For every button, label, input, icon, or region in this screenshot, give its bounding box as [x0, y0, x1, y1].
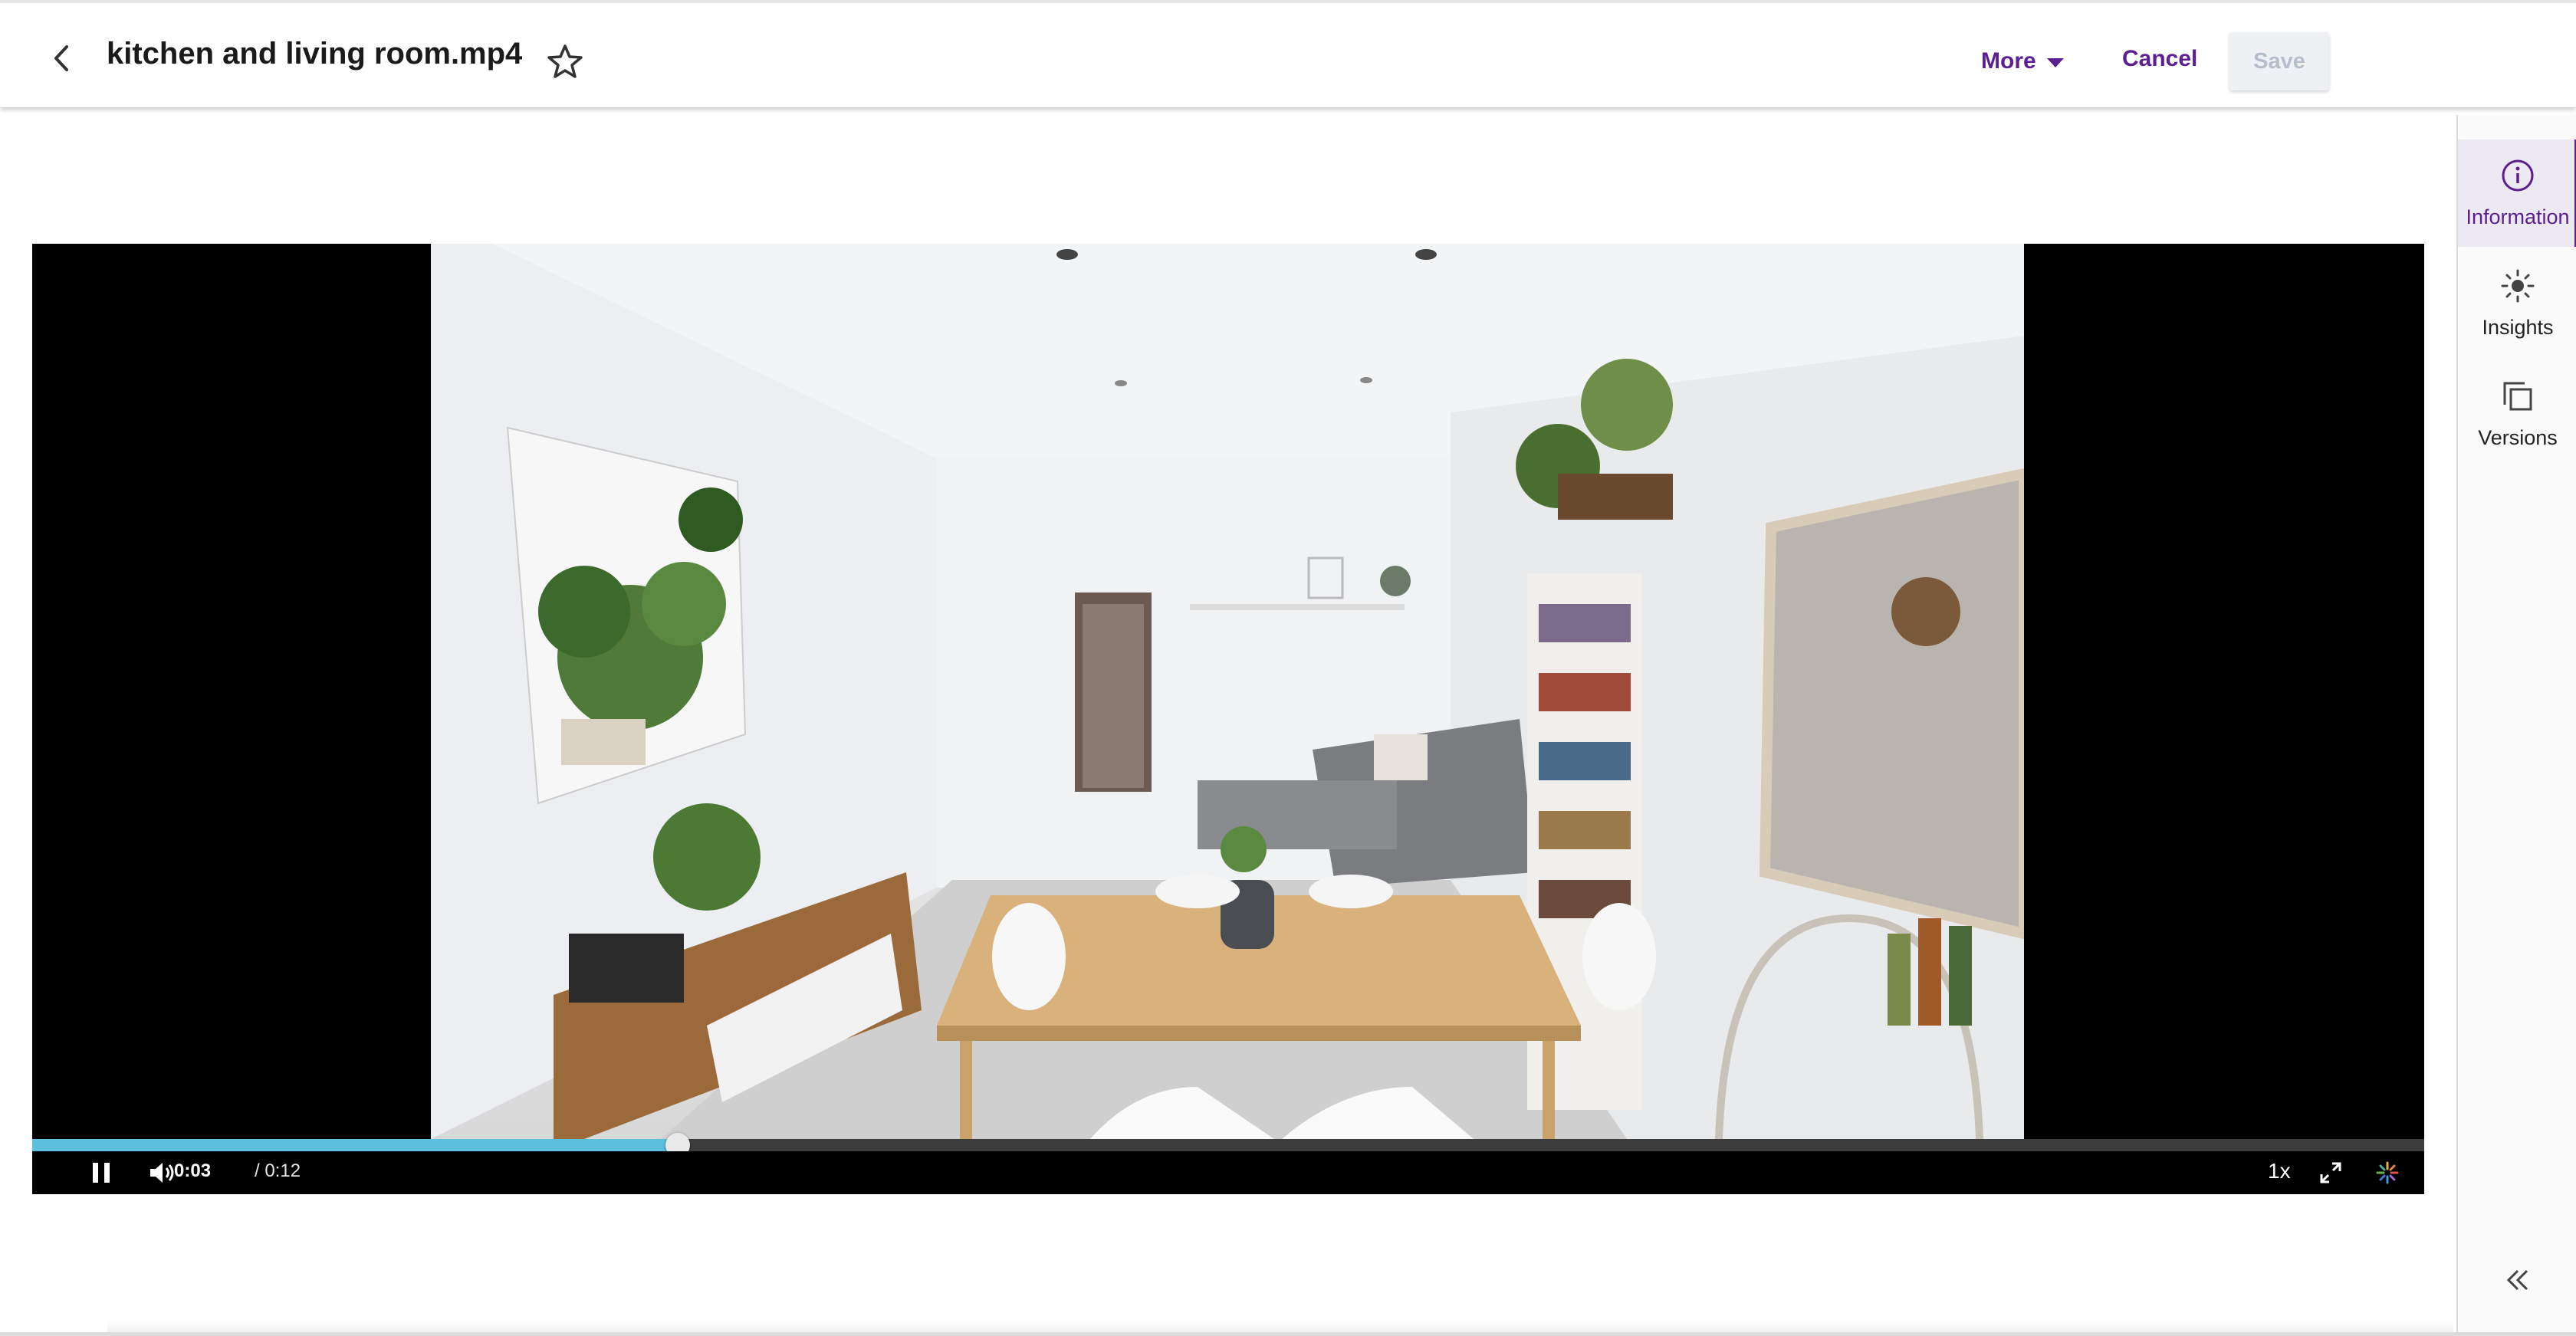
double-chevron-left-icon	[2506, 1269, 2528, 1291]
player-controls: 0:03 / 0:12 1x	[32, 1151, 2424, 1194]
star-icon	[547, 44, 583, 78]
video-player[interactable]: 0:03 / 0:12 1x	[32, 244, 2424, 1194]
back-button[interactable]	[44, 41, 78, 75]
pause-button[interactable]	[86, 1157, 117, 1188]
brand-logo	[2374, 1159, 2401, 1187]
chevron-left-icon	[54, 45, 68, 71]
file-title: kitchen and living room.mp4	[107, 37, 523, 71]
sun-icon	[2501, 269, 2535, 303]
info-circle-icon	[2502, 159, 2534, 192]
pause-icon	[93, 1163, 110, 1183]
window-bottom-border	[0, 1332, 2576, 1336]
more-menu-button[interactable]: More	[1981, 46, 2064, 77]
fullscreen-button[interactable]	[2315, 1157, 2346, 1188]
tab-information-label: Information	[2466, 205, 2570, 228]
tab-versions[interactable]: Versions	[2458, 360, 2576, 468]
video-frame	[431, 244, 2024, 1139]
playback-speed-button[interactable]: 1x	[2268, 1159, 2291, 1183]
progress-fill	[32, 1139, 678, 1151]
save-button[interactable]: Save	[2229, 32, 2329, 90]
spark-logo-icon	[2376, 1161, 2399, 1184]
volume-icon	[150, 1163, 174, 1183]
current-time: 0:03	[174, 1160, 212, 1181]
collapse-panel-button[interactable]	[2501, 1263, 2535, 1297]
tab-versions-label: Versions	[2478, 426, 2558, 449]
total-time: / 0:12	[255, 1160, 301, 1181]
copy-stack-icon	[2503, 382, 2532, 411]
caret-down-icon	[2046, 57, 2064, 67]
top-bar: kitchen and living room.mp4 More Cancel …	[0, 0, 2576, 107]
tab-insights-label: Insights	[2482, 316, 2554, 339]
favorite-button[interactable]	[545, 41, 585, 81]
tab-insights[interactable]: Insights	[2458, 250, 2576, 357]
tab-information[interactable]: Information	[2458, 140, 2576, 247]
progress-bar[interactable]	[32, 1133, 2424, 1157]
cancel-button[interactable]: Cancel	[2122, 46, 2197, 72]
fullscreen-icon	[2320, 1162, 2341, 1183]
more-label: More	[1981, 48, 2036, 74]
side-panel: Information Insights Versions	[2456, 115, 2576, 1336]
